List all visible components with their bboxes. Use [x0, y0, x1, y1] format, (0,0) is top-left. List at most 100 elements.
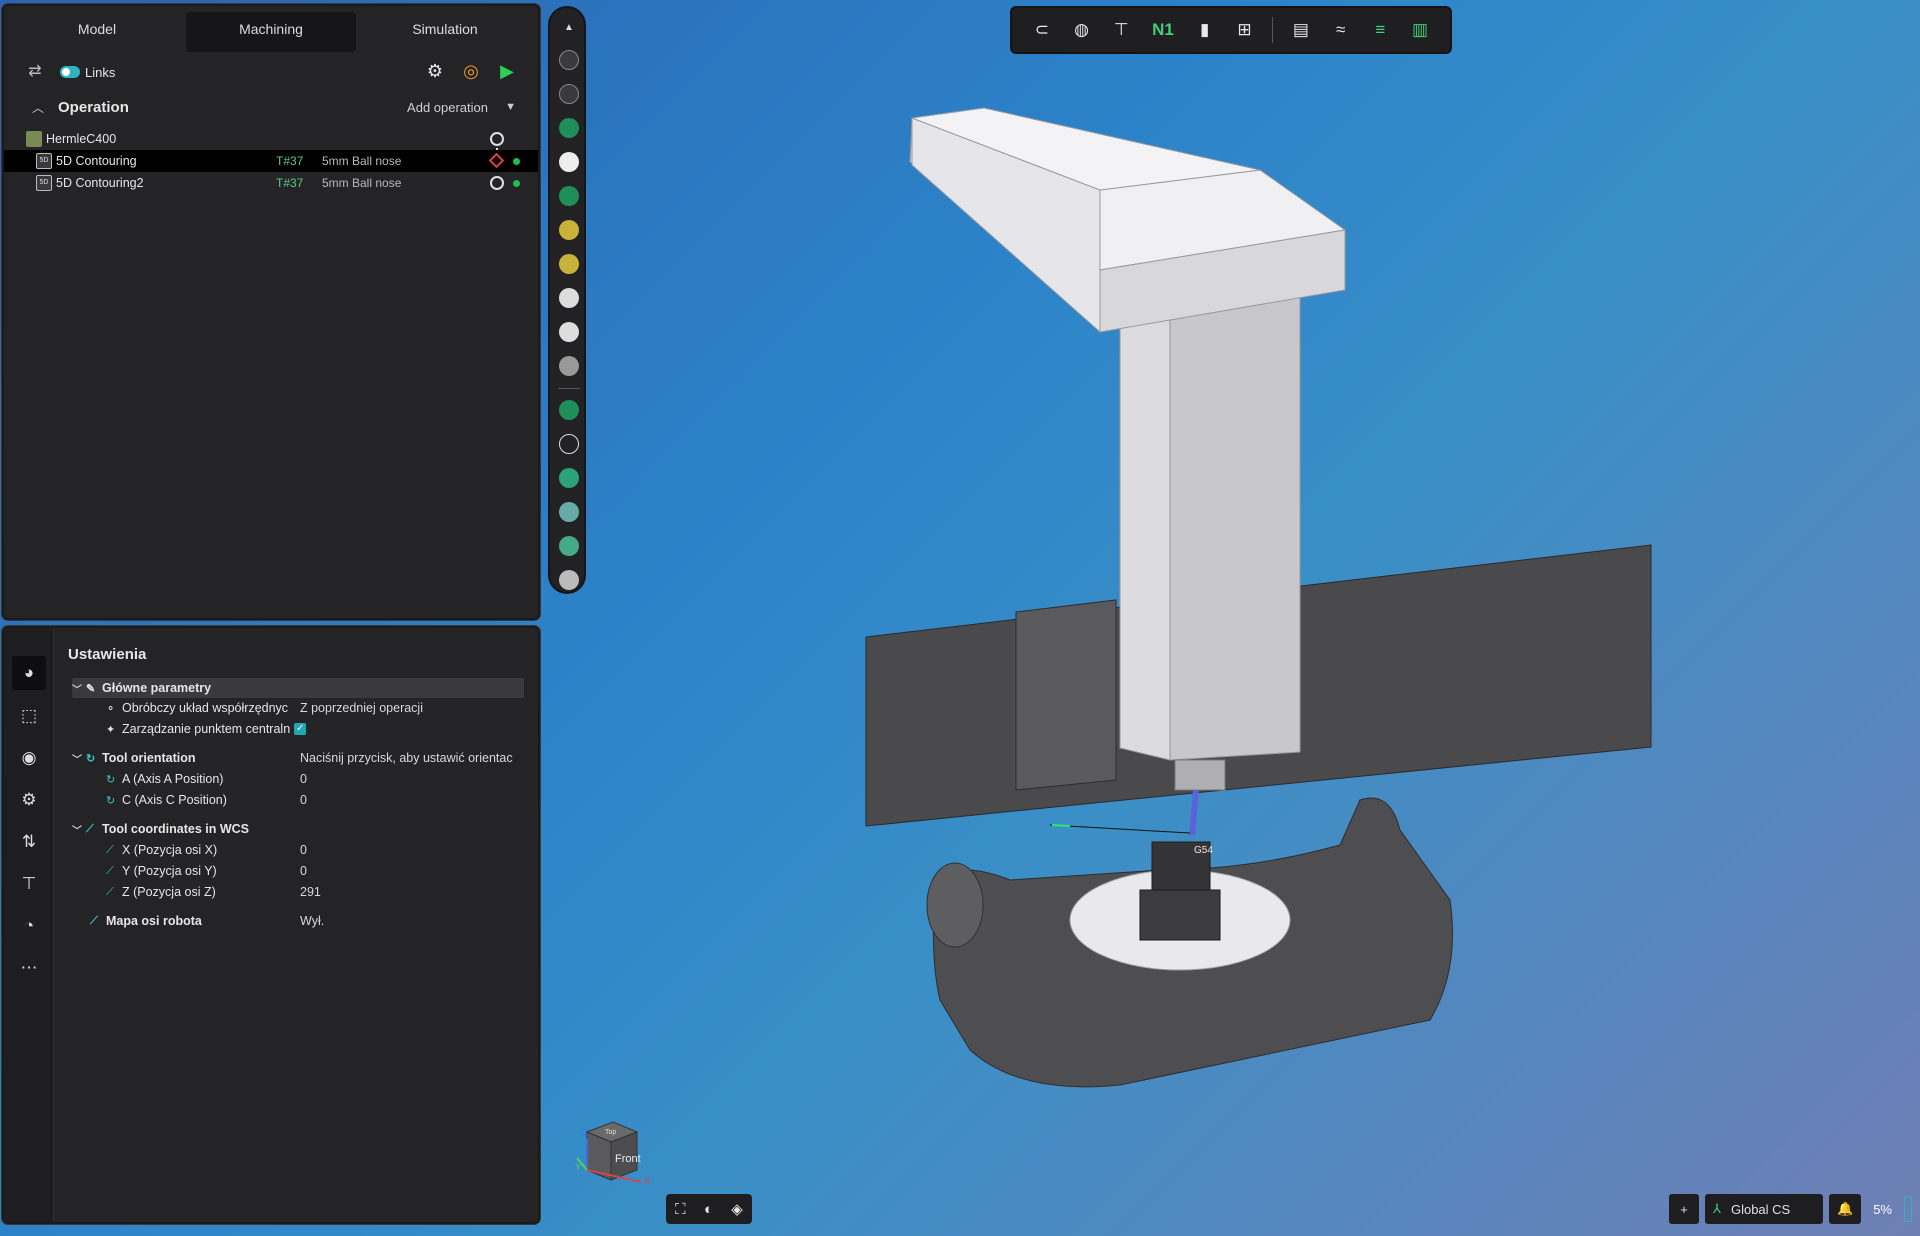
- prop-z[interactable]: ⟋ Z (Pozycja osi Z) 291: [72, 882, 524, 902]
- chevron-down-icon[interactable]: ﹀: [72, 681, 86, 696]
- prop-value[interactable]: 291: [300, 885, 538, 899]
- fit-view-icon[interactable]: ⛶: [675, 1201, 686, 1218]
- gear-icon[interactable]: ⚙: [17, 788, 41, 812]
- multiaxis-icon[interactable]: [559, 536, 579, 556]
- point-icon[interactable]: [559, 400, 579, 420]
- layers-icon[interactable]: ≡: [1368, 20, 1392, 40]
- prop-wcs[interactable]: ⚬ Obróbczy układ współrzędnyc Z poprzedn…: [72, 698, 524, 718]
- coordinate-system-selector[interactable]: ⅄ Global CS: [1705, 1194, 1824, 1224]
- chevron-down-icon[interactable]: ﹀: [72, 822, 86, 837]
- prop-value[interactable]: 0: [300, 864, 538, 878]
- tab-simulation[interactable]: Simulation: [360, 12, 530, 52]
- vertical-toolbar: ▲: [548, 6, 586, 594]
- links-move-icon[interactable]: ⇅: [17, 830, 41, 854]
- gcode-icon[interactable]: ⊞: [1232, 20, 1256, 40]
- chevron-down-icon[interactable]: ▼: [505, 101, 516, 113]
- gear-icon[interactable]: ⚙: [424, 60, 446, 82]
- contour-icon[interactable]: [559, 322, 579, 342]
- prop-axis-c[interactable]: ↻ C (Axis C Position) 0: [72, 790, 524, 810]
- add-icon[interactable]: +: [1669, 1194, 1700, 1224]
- bell-icon[interactable]: 🔔: [1829, 1194, 1862, 1224]
- cube-front-label: Front: [615, 1153, 641, 1165]
- tree-item-op-1[interactable]: 5D 5D Contouring T#37 5mm Ball nose: [4, 150, 538, 172]
- cube-top-label: Top: [605, 1129, 616, 1136]
- swarf-icon[interactable]: [559, 502, 579, 522]
- stock-icon[interactable]: [559, 50, 579, 70]
- speed-icon[interactable]: ◔: [17, 914, 41, 938]
- report-icon[interactable]: ▤: [1289, 20, 1313, 40]
- chevron-down-icon[interactable]: ﹀: [72, 751, 86, 766]
- add-operation-button[interactable]: Add operation: [407, 100, 488, 115]
- surface-icon[interactable]: [559, 468, 579, 488]
- machine-name: HermleC400: [46, 132, 117, 146]
- group-main-params[interactable]: ﹀ ✎ Główne parametry: [72, 678, 524, 698]
- n1-button[interactable]: N1: [1149, 20, 1177, 40]
- operation-header: ︿ Operation Add operation ▼: [4, 92, 538, 122]
- part-icon[interactable]: [559, 118, 579, 138]
- prop-value[interactable]: 0: [300, 772, 538, 786]
- settings-title: Ustawienia: [68, 646, 147, 663]
- tab-machining[interactable]: Machining: [186, 12, 356, 52]
- pocket-icon[interactable]: [559, 288, 579, 308]
- tool-icon[interactable]: ⊤: [17, 872, 41, 896]
- holder-icon[interactable]: ◍: [1070, 20, 1094, 40]
- play-icon[interactable]: ▶: [496, 60, 518, 82]
- tool-path-icon[interactable]: ⊤: [1109, 20, 1133, 40]
- engrave-icon[interactable]: [559, 356, 579, 376]
- zoom-indicator: [1904, 1196, 1912, 1222]
- chevron-up-icon[interactable]: ▲: [559, 18, 579, 38]
- document-icon[interactable]: ▮: [1193, 20, 1217, 40]
- center-checkbox[interactable]: ✓: [294, 723, 307, 735]
- tab-model[interactable]: Model: [12, 12, 182, 52]
- links-icon[interactable]: ⇄: [24, 61, 46, 83]
- workpiece-icon[interactable]: [559, 152, 579, 172]
- prop-value[interactable]: Wył.: [300, 914, 538, 928]
- thread-icon[interactable]: [559, 254, 579, 274]
- zoom-level: 5%: [1873, 1201, 1892, 1217]
- machine-icon: [26, 131, 42, 147]
- status-dot-icon: [513, 158, 520, 165]
- prop-axis-a[interactable]: ↻ A (Axis A Position) 0: [72, 769, 524, 789]
- axis-icon: ⟋: [86, 822, 94, 835]
- status-bar: + ⅄ Global CS 🔔 5%: [1669, 1194, 1912, 1224]
- tool-number: T#37: [276, 176, 304, 190]
- calculate-icon[interactable]: ◎: [460, 60, 482, 82]
- chevron-up-icon[interactable]: ︿: [32, 99, 44, 116]
- prop-robot-map[interactable]: ⟋ Mapa osi robota Wył.: [72, 911, 524, 931]
- solid-view-icon[interactable]: ◈: [731, 1200, 743, 1218]
- wave-icon[interactable]: ≈: [1329, 20, 1353, 40]
- prop-x[interactable]: ⟋ X (Pozycja osi X) 0: [72, 840, 524, 860]
- status-circle-icon: [490, 176, 504, 190]
- drill-icon[interactable]: [559, 220, 579, 240]
- shading-icon[interactable]: ◐: [704, 1201, 713, 1218]
- links-toggle[interactable]: [60, 66, 80, 78]
- selection-icon[interactable]: ⬚: [17, 704, 41, 728]
- pie-chart-icon[interactable]: ◕: [12, 656, 46, 690]
- cs-axis-icon: ⅄: [1713, 1201, 1721, 1216]
- strategy-icon[interactable]: ◉: [17, 746, 41, 770]
- view-cube[interactable]: Top Front X Y Z: [575, 1118, 665, 1198]
- group-tool-orientation[interactable]: ﹀ ↻ Tool orientation Naciśnij przycisk, …: [72, 748, 524, 768]
- curve-icon[interactable]: [559, 434, 579, 454]
- prop-value[interactable]: 0: [300, 843, 538, 857]
- prop-value[interactable]: Z poprzedniej operacji: [300, 701, 538, 715]
- fixture-icon[interactable]: [559, 84, 579, 104]
- bar-chart-icon[interactable]: ▥: [1408, 20, 1432, 40]
- tool-number: T#37: [276, 154, 304, 168]
- prop-y[interactable]: ⟋ Y (Pozycja osi Y) 0: [72, 861, 524, 881]
- prop-center-point[interactable]: ✦ Zarządzanie punktem centraln ✓: [72, 719, 524, 739]
- group-label: Tool orientation: [102, 751, 196, 765]
- prop-value[interactable]: 0: [300, 793, 538, 807]
- tool-name: 5mm Ball nose: [322, 154, 402, 168]
- prop-value[interactable]: Naciśnij przycisk, aby ustawić orientac: [300, 751, 538, 765]
- tool-name: 5mm Ball nose: [322, 176, 402, 190]
- magnet-icon[interactable]: ⊂: [1030, 20, 1054, 40]
- toolbar-divider: [1272, 17, 1274, 43]
- axis-icon: ⟋: [90, 914, 98, 927]
- tree-item-machine[interactable]: HermleC400: [4, 128, 538, 158]
- deburr-icon[interactable]: [559, 570, 579, 590]
- more-icon[interactable]: ⋯: [17, 956, 41, 980]
- group-tool-coordinates[interactable]: ﹀ ⟋ Tool coordinates in WCS: [72, 819, 524, 839]
- face-icon[interactable]: [559, 186, 579, 206]
- tree-item-op-2[interactable]: 5D 5D Contouring2 T#37 5mm Ball nose: [4, 172, 538, 194]
